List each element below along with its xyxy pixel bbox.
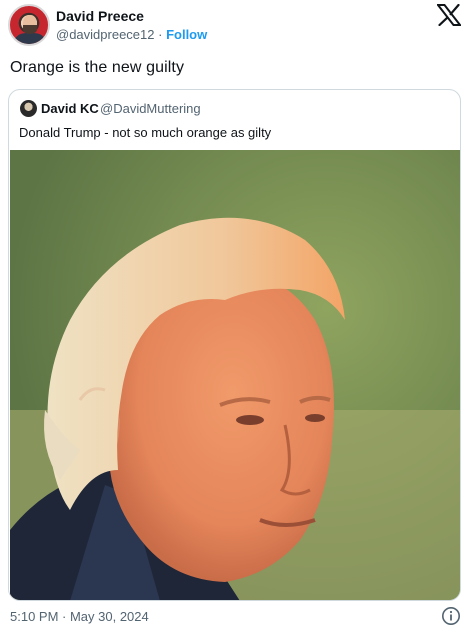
author-handle[interactable]: @davidpreece12	[56, 27, 154, 42]
x-logo-icon[interactable]	[437, 4, 461, 26]
info-icon[interactable]	[441, 606, 461, 626]
quoted-author-display-name: David KC	[41, 101, 99, 116]
quoted-tweet-photo[interactable]	[10, 150, 460, 600]
tweet-text: Orange is the new guilty	[10, 59, 185, 76]
tweet-header: David Preece @davidpreece12 · Follow	[0, 0, 474, 52]
tweet-timestamp[interactable]: 5:10 PM · May 30, 2024	[10, 609, 149, 624]
quoted-tweet-text: Donald Trump - not so much orange as gil…	[19, 125, 272, 140]
follow-button[interactable]: Follow	[166, 27, 207, 42]
quoted-author-handle: @DavidMuttering	[100, 101, 201, 116]
author-handle-row: @davidpreece12 · Follow	[56, 27, 207, 42]
separator-dot: ·	[158, 27, 163, 42]
portrait-image	[10, 150, 460, 600]
quoted-author-avatar	[20, 100, 37, 117]
quoted-tweet-card[interactable]: David KC @DavidMuttering Donald Trump - …	[8, 89, 461, 601]
author-avatar[interactable]	[8, 4, 50, 46]
author-display-name[interactable]: David Preece	[56, 8, 144, 24]
